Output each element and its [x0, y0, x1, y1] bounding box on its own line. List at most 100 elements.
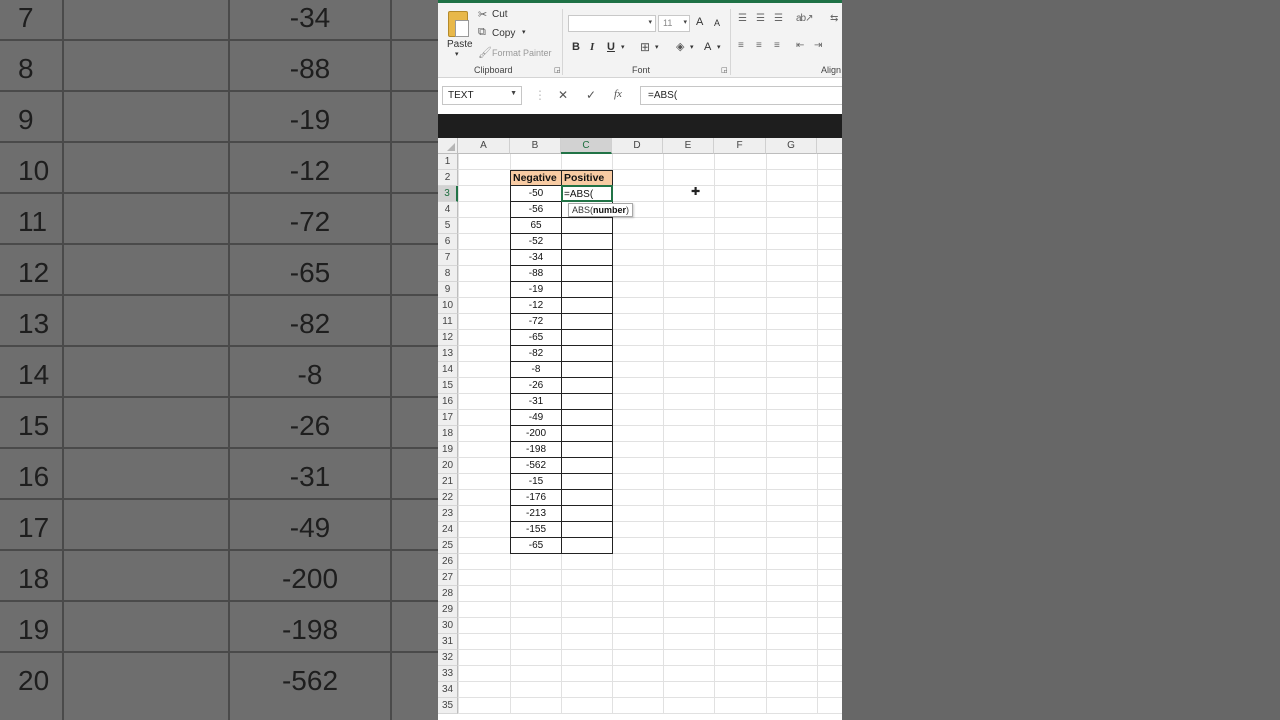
cancel-icon[interactable]: ✕	[558, 88, 568, 102]
align-middle-icon[interactable]: ☰	[756, 13, 765, 24]
row-header-33[interactable]: 33	[438, 666, 458, 682]
negative-value-cell[interactable]: -15	[510, 474, 562, 490]
paste-icon[interactable]	[448, 11, 469, 37]
shrink-font-button[interactable]: A	[714, 18, 720, 28]
row-header-26[interactable]: 26	[438, 554, 458, 570]
positive-value-cell[interactable]	[561, 346, 613, 362]
row-header-19[interactable]: 19	[438, 442, 458, 458]
positive-value-cell[interactable]	[561, 362, 613, 378]
borders-icon[interactable]: ⊞	[640, 40, 650, 54]
copy-dropdown-icon[interactable]: ▾	[522, 28, 526, 36]
negative-value-cell[interactable]: -19	[510, 282, 562, 298]
row-header-4[interactable]: 4	[438, 202, 458, 218]
bold-button[interactable]: B	[572, 41, 580, 53]
enter-icon[interactable]: ✓	[586, 88, 596, 102]
name-box[interactable]: TEXT ▼	[442, 86, 522, 105]
positive-value-cell[interactable]	[561, 474, 613, 490]
row-header-15[interactable]: 15	[438, 378, 458, 394]
row-header-31[interactable]: 31	[438, 634, 458, 650]
row-header-18[interactable]: 18	[438, 426, 458, 442]
column-header-d[interactable]: D	[612, 138, 663, 154]
paste-button[interactable]: Paste	[447, 39, 473, 50]
row-header-1[interactable]: 1	[438, 154, 458, 170]
row-header-27[interactable]: 27	[438, 570, 458, 586]
underline-button[interactable]: U	[607, 41, 615, 53]
increase-indent-icon[interactable]: ⇥	[814, 40, 822, 51]
positive-value-cell[interactable]	[561, 250, 613, 266]
negative-value-cell[interactable]: -213	[510, 506, 562, 522]
positive-value-cell[interactable]	[561, 234, 613, 250]
negative-value-cell[interactable]: -50	[510, 186, 562, 202]
negative-value-cell[interactable]: -155	[510, 522, 562, 538]
dialog-launcher-icon[interactable]: ◲	[554, 66, 561, 74]
formula-input[interactable]: =ABS(	[640, 86, 842, 105]
row-header-2[interactable]: 2	[438, 170, 458, 186]
name-box-dropdown-icon[interactable]: ▼	[510, 90, 517, 97]
column-header-c[interactable]: C	[561, 138, 612, 154]
column-header-next[interactable]	[817, 138, 842, 154]
negative-value-cell[interactable]: -52	[510, 234, 562, 250]
row-header-5[interactable]: 5	[438, 218, 458, 234]
font-color-dropdown-icon[interactable]: ▾	[717, 43, 721, 51]
align-right-icon[interactable]: ≡	[774, 40, 780, 51]
fill-dropdown-icon[interactable]: ▾	[690, 43, 694, 51]
borders-dropdown-icon[interactable]: ▾	[655, 43, 659, 51]
negative-value-cell[interactable]: -56	[510, 202, 562, 218]
row-header-23[interactable]: 23	[438, 506, 458, 522]
row-header-11[interactable]: 11	[438, 314, 458, 330]
negative-value-cell[interactable]: -176	[510, 490, 562, 506]
column-header-f[interactable]: F	[714, 138, 766, 154]
column-header-e[interactable]: E	[663, 138, 714, 154]
grow-font-button[interactable]: A	[696, 16, 703, 28]
row-header-17[interactable]: 17	[438, 410, 458, 426]
positive-value-cell[interactable]	[561, 298, 613, 314]
column-header-b[interactable]: B	[510, 138, 561, 154]
font-name-combo[interactable]: ▾	[568, 15, 656, 32]
negative-value-cell[interactable]: -88	[510, 266, 562, 282]
header-cell-negative[interactable]: Negative	[510, 170, 562, 186]
negative-value-cell[interactable]: -49	[510, 410, 562, 426]
font-size-combo[interactable]: 11 ▾	[658, 15, 690, 32]
negative-value-cell[interactable]: -26	[510, 378, 562, 394]
decrease-indent-icon[interactable]: ⇤	[796, 40, 804, 51]
paste-dropdown-icon[interactable]: ▾	[455, 50, 459, 58]
row-header-8[interactable]: 8	[438, 266, 458, 282]
positive-value-cell[interactable]	[561, 282, 613, 298]
format-painter-button[interactable]: Format Painter	[492, 48, 552, 58]
row-header-3[interactable]: 3	[438, 186, 458, 202]
negative-value-cell[interactable]: -65	[510, 538, 562, 554]
align-left-icon[interactable]: ≡	[738, 40, 744, 51]
positive-value-cell[interactable]	[561, 458, 613, 474]
select-all-button[interactable]	[438, 138, 458, 154]
negative-value-cell[interactable]: -8	[510, 362, 562, 378]
row-header-20[interactable]: 20	[438, 458, 458, 474]
row-header-12[interactable]: 12	[438, 330, 458, 346]
active-cell[interactable]: =ABS(	[561, 185, 613, 202]
row-header-28[interactable]: 28	[438, 586, 458, 602]
font-color-button[interactable]: A	[704, 41, 711, 53]
fill-color-icon[interactable]: ◈	[676, 40, 684, 53]
row-header-21[interactable]: 21	[438, 474, 458, 490]
italic-button[interactable]: I	[590, 41, 594, 53]
negative-value-cell[interactable]: -65	[510, 330, 562, 346]
positive-value-cell[interactable]	[561, 490, 613, 506]
negative-value-cell[interactable]: -82	[510, 346, 562, 362]
underline-dropdown-icon[interactable]: ▾	[621, 43, 625, 51]
font-dialog-launcher-icon[interactable]: ◲	[721, 66, 728, 74]
positive-value-cell[interactable]	[561, 314, 613, 330]
insert-function-button[interactable]: fx	[614, 88, 622, 100]
row-header-22[interactable]: 22	[438, 490, 458, 506]
row-header-29[interactable]: 29	[438, 602, 458, 618]
negative-value-cell[interactable]: -31	[510, 394, 562, 410]
row-header-14[interactable]: 14	[438, 362, 458, 378]
row-header-25[interactable]: 25	[438, 538, 458, 554]
align-center-icon[interactable]: ≡	[756, 40, 762, 51]
positive-value-cell[interactable]	[561, 218, 613, 234]
row-header-30[interactable]: 30	[438, 618, 458, 634]
positive-value-cell[interactable]	[561, 266, 613, 282]
negative-value-cell[interactable]: -562	[510, 458, 562, 474]
positive-value-cell[interactable]	[561, 426, 613, 442]
positive-value-cell[interactable]	[561, 394, 613, 410]
cut-button[interactable]: Cut	[492, 9, 508, 20]
row-header-10[interactable]: 10	[438, 298, 458, 314]
